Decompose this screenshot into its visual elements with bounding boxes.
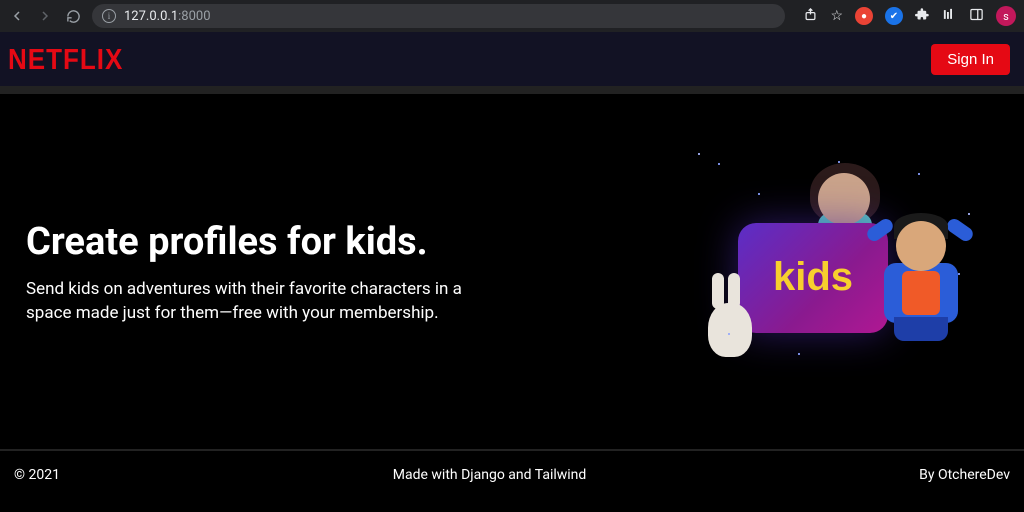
address-bar[interactable]: i 127.0.0.1:8000 [92,4,785,28]
chrome-actions: ☆ ● ✔ s [803,6,1016,26]
share-icon[interactable] [803,7,818,26]
illustration-rabbit [708,303,752,357]
extension-icon[interactable]: ● [855,7,873,25]
bookmark-star-icon[interactable]: ☆ [830,8,843,24]
reload-button[interactable] [64,7,82,25]
netflix-logo[interactable]: NETFLIX [8,42,123,76]
section-divider [0,86,1024,94]
illustration-boy-head [896,221,946,271]
footer-author: By OtchereDev [919,467,1010,483]
footer-copyright: © 2021 [14,467,60,483]
illustration-boy-arm [945,216,976,244]
hero-section: Create profiles for kids. Send kids on a… [0,94,1024,449]
kids-tile-label: kids [773,255,853,300]
site-header: NETFLIX Sign In [0,32,1024,86]
illustration-girl-head [818,173,870,225]
site-footer: © 2021 Made with Django and Tailwind By … [0,449,1024,499]
extension-icon[interactable]: ✔ [885,7,903,25]
illustration-boy-shirt [902,271,940,315]
forward-button[interactable] [36,7,54,25]
hero-text: Create profiles for kids. Send kids on a… [26,220,506,326]
hero-subtitle: Send kids on adventures with their favor… [26,278,506,326]
url-text: 127.0.0.1:8000 [124,9,211,24]
site-info-icon[interactable]: i [102,9,116,23]
back-button[interactable] [8,7,26,25]
illustration-boy-shorts [894,317,948,341]
sign-in-button[interactable]: Sign In [931,44,1010,75]
footer-made-with: Made with Django and Tailwind [393,467,587,483]
profile-avatar[interactable]: s [996,6,1016,26]
url-host: 127.0.0.1 [124,9,178,24]
url-port: :8000 [178,9,210,24]
extensions-icon[interactable] [915,7,930,26]
kids-illustration: kids [698,153,998,393]
panel-icon[interactable] [969,7,984,26]
page-viewport: NETFLIX Sign In Create profiles for kids… [0,32,1024,512]
media-control-icon[interactable] [942,7,957,26]
hero-title: Create profiles for kids. [26,220,506,264]
kids-tile: kids [738,223,888,333]
browser-chrome: i 127.0.0.1:8000 ☆ ● ✔ s [0,0,1024,32]
